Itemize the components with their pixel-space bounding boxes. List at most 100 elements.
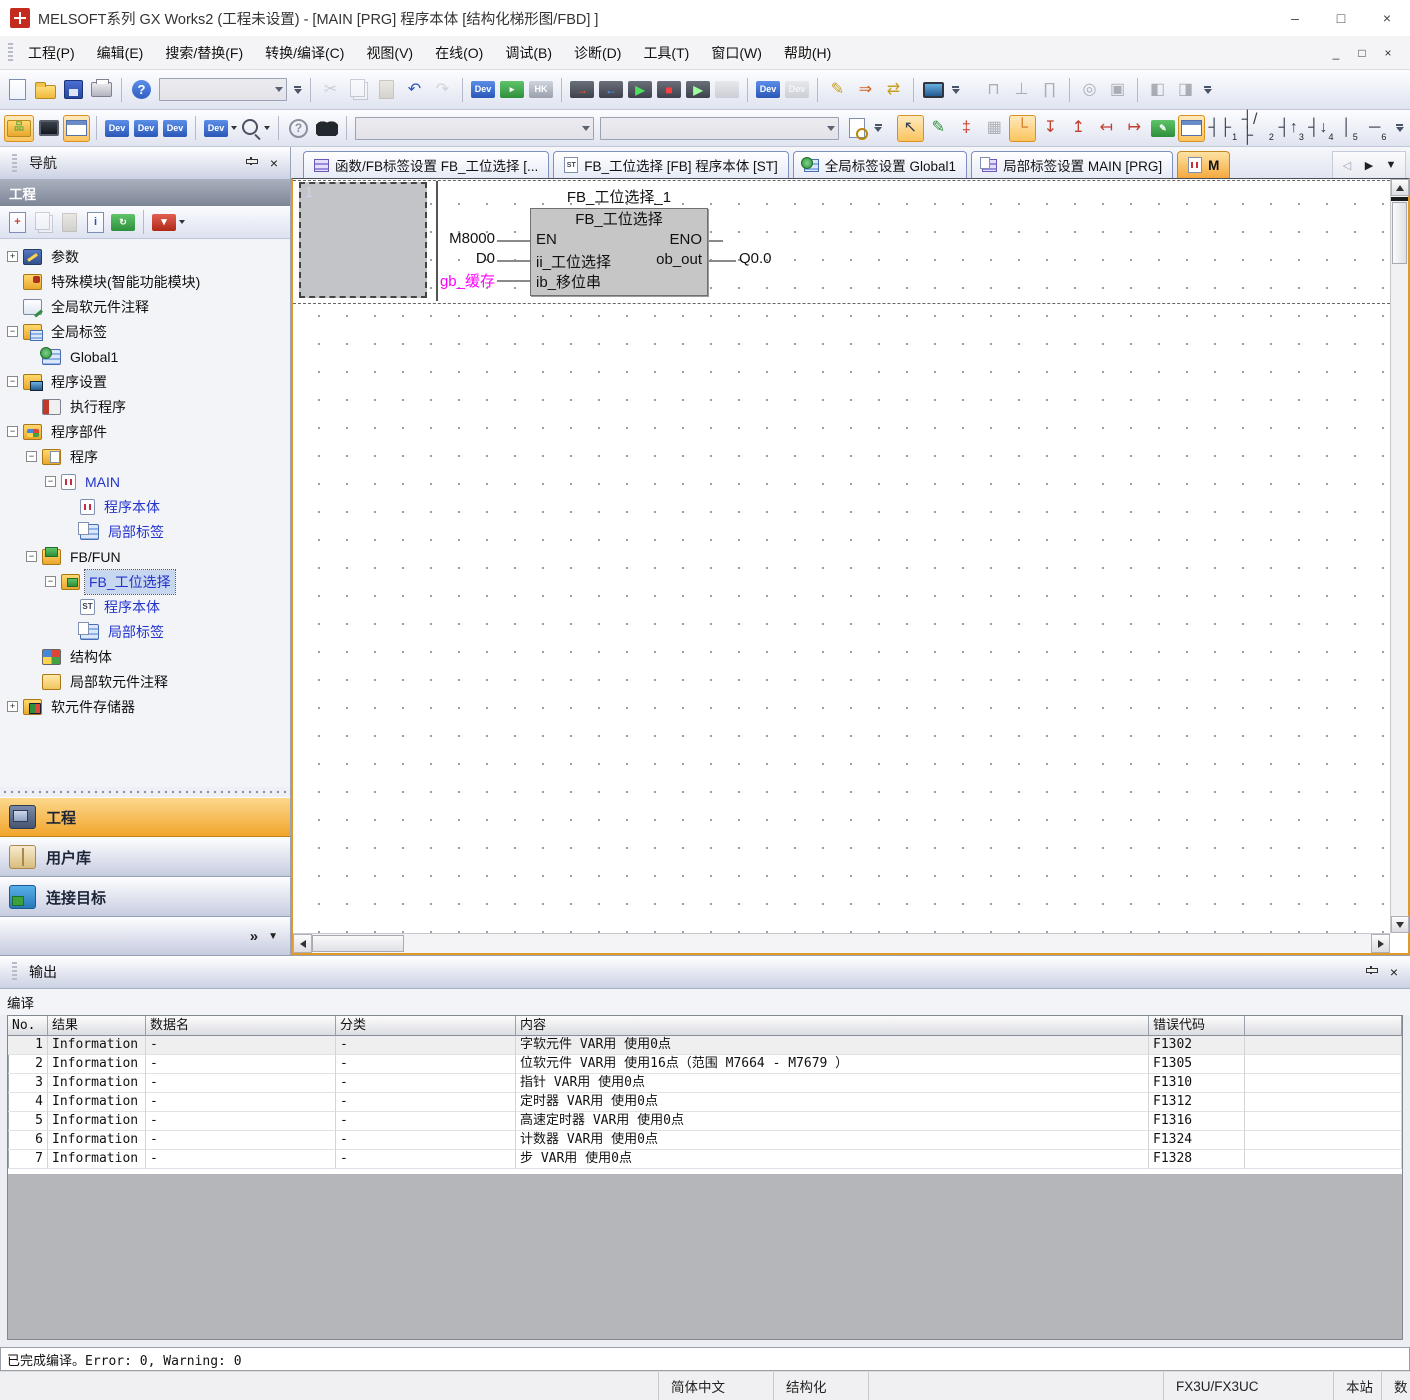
auto-wire-icon[interactable]: └ (1009, 115, 1036, 142)
device-find-icon[interactable]: Dev (103, 115, 131, 142)
output-grip[interactable] (12, 962, 17, 982)
column-header[interactable]: 内容 (516, 1016, 1149, 1036)
tree-item[interactable]: −FB/FUN (0, 544, 290, 569)
find-target-combo[interactable] (355, 117, 594, 140)
tree-expander[interactable]: − (7, 376, 18, 387)
tree-item[interactable]: −程序 (0, 444, 290, 469)
horizontal-scroll-thumb[interactable] (312, 935, 404, 952)
device-list-icon[interactable]: Dev (132, 115, 160, 142)
cut-icon[interactable]: ✂ (317, 76, 344, 103)
symbol-horizontal-line-icon[interactable]: ─6 (1364, 115, 1391, 142)
symbol-rising-pulse-icon[interactable]: ┤↑3 (1277, 115, 1306, 142)
refresh-view-icon[interactable]: ↻ (109, 210, 137, 235)
menu-item[interactable]: 调试(B) (494, 38, 563, 68)
menu-item[interactable]: 转换/编译(C) (254, 38, 355, 68)
tab-local-label-main[interactable]: 局部标签设置 MAIN [PRG] (971, 151, 1173, 178)
tree-expander[interactable]: + (7, 251, 18, 262)
graph-display-1-icon[interactable]: ◧ (1144, 76, 1171, 103)
horizontal-scrollbar[interactable] (293, 933, 1390, 953)
table-row[interactable]: 2Information--位软元件 VAR用 使用16点（范围 M7664 -… (8, 1055, 1402, 1074)
output-close-icon[interactable]: × (1386, 964, 1402, 980)
table-row[interactable]: 5Information--高速定时器 VAR用 使用0点F1316 (8, 1112, 1402, 1131)
tab-fb-label-setting[interactable]: 函数/FB标签设置 FB_工位选择 [... (303, 151, 549, 178)
navigation-window-icon[interactable]: 品 (4, 115, 34, 142)
close-panel-icon[interactable]: × (266, 155, 282, 171)
edit-fb-instance-icon[interactable]: ✎ (1149, 115, 1177, 142)
tree-expander[interactable]: − (26, 551, 37, 562)
tab-main-program[interactable]: M (1177, 151, 1230, 178)
menu-item[interactable]: 诊断(D) (563, 38, 632, 68)
tree-item[interactable]: 局部标签 (0, 619, 290, 644)
column-header[interactable]: 结果 (48, 1016, 146, 1036)
tree-item[interactable]: Global1 (0, 344, 290, 369)
monitor-mode-icon[interactable]: ▸ (498, 76, 526, 103)
write-to-plc-icon[interactable]: → (568, 76, 596, 103)
data-properties-icon[interactable]: i (83, 210, 108, 235)
split-handle[interactable] (1391, 197, 1408, 201)
delete-row-icon[interactable]: ↤ (1093, 115, 1120, 142)
symbol-falling-pulse-icon[interactable]: ┤↓4 (1307, 115, 1336, 142)
tab-scroll-left[interactable]: ◁ (1337, 155, 1357, 175)
operand-q00[interactable]: Q0.0 (739, 250, 772, 267)
tree-item[interactable]: 程序本体 (0, 494, 290, 519)
help-icon[interactable]: ? (128, 76, 155, 103)
tree-item[interactable]: 特殊模块(智能功能模块) (0, 269, 290, 294)
realtime-monitor-icon[interactable]: ▣ (1104, 76, 1131, 103)
tree-item[interactable]: 执行程序 (0, 394, 290, 419)
operand-d0[interactable]: D0 (411, 250, 495, 267)
vertical-scrollbar[interactable] (1390, 179, 1408, 933)
start-monitoring-icon[interactable]: ▶ (626, 76, 654, 103)
tree-item[interactable]: +软元件存储器 (0, 694, 290, 719)
tree-item[interactable]: −程序设置 (0, 369, 290, 394)
quick-access-combo[interactable] (159, 78, 287, 101)
panel-grip[interactable] (12, 154, 17, 172)
tree-expander[interactable]: − (7, 326, 18, 337)
menu-item[interactable]: 搜索/替换(F) (154, 38, 254, 68)
device-display-off-icon[interactable]: Dev (783, 76, 811, 103)
redo-icon[interactable]: ↷ (429, 76, 456, 103)
monitor-off-icon[interactable] (713, 76, 741, 103)
menu-item[interactable]: 编辑(E) (86, 38, 155, 68)
save-project-icon[interactable] (60, 76, 87, 103)
tree-item[interactable]: −程序部件 (0, 419, 290, 444)
module-configuration-icon[interactable] (35, 115, 62, 142)
view-button-user-library[interactable]: 用户库 (0, 837, 290, 877)
tree-expander[interactable]: − (45, 576, 56, 587)
tab-scroll-right[interactable]: ▶ (1359, 155, 1379, 175)
menu-item[interactable]: 窗口(W) (700, 38, 773, 68)
menu-grip[interactable] (8, 43, 13, 63)
fb-instance-label[interactable]: FB_工位选择_1 (530, 186, 708, 207)
maximize-button[interactable]: □ (1318, 0, 1364, 36)
toolbar-overflow-icon[interactable] (291, 78, 304, 102)
work-window-icon[interactable] (63, 115, 90, 142)
modify-value-icon[interactable]: HK (527, 76, 555, 103)
find-keyword-combo[interactable] (600, 117, 839, 140)
tab-fb-program-st[interactable]: STFB_工位选择 [FB] 程序本体 [ST] (553, 151, 789, 178)
monitor-watch-icon[interactable]: ▶ (684, 76, 712, 103)
device-batch-icon[interactable]: Dev (161, 115, 189, 142)
scroll-down-button[interactable] (1391, 916, 1409, 933)
pulse-trace-icon[interactable]: ∏ (1036, 76, 1063, 103)
toolbar-overflow-icon[interactable] (1201, 78, 1214, 102)
view-button-project[interactable]: 工程 (0, 797, 290, 837)
scroll-right-button[interactable] (1371, 934, 1390, 953)
toolbar-overflow-icon[interactable] (949, 78, 962, 102)
menu-item[interactable]: 工具(T) (632, 38, 700, 68)
output-pin-icon[interactable] (1364, 965, 1378, 979)
close-button[interactable]: × (1364, 0, 1410, 36)
operand-gb-buffer[interactable]: gb_缓存 (411, 270, 495, 291)
menu-item[interactable]: 工程(P) (17, 38, 86, 68)
new-project-icon[interactable] (4, 76, 31, 103)
column-header[interactable]: 错误代码 (1149, 1016, 1245, 1036)
tree-expander[interactable]: + (7, 701, 18, 712)
horizontal-scroll-track[interactable] (404, 934, 1371, 953)
comment-display-icon[interactable]: ▦ (981, 115, 1008, 142)
child-close-button[interactable]: × (1376, 43, 1400, 63)
views-menu-icon[interactable]: ▼ (268, 931, 278, 942)
minimize-button[interactable]: – (1272, 0, 1318, 36)
select-mode-icon[interactable]: ↖ (897, 115, 924, 142)
context-help-icon[interactable]: ? (285, 115, 312, 142)
guided-mode-icon[interactable]: ‡ (953, 115, 980, 142)
find-replace-icon[interactable] (313, 115, 340, 142)
paste-icon[interactable] (373, 76, 400, 103)
